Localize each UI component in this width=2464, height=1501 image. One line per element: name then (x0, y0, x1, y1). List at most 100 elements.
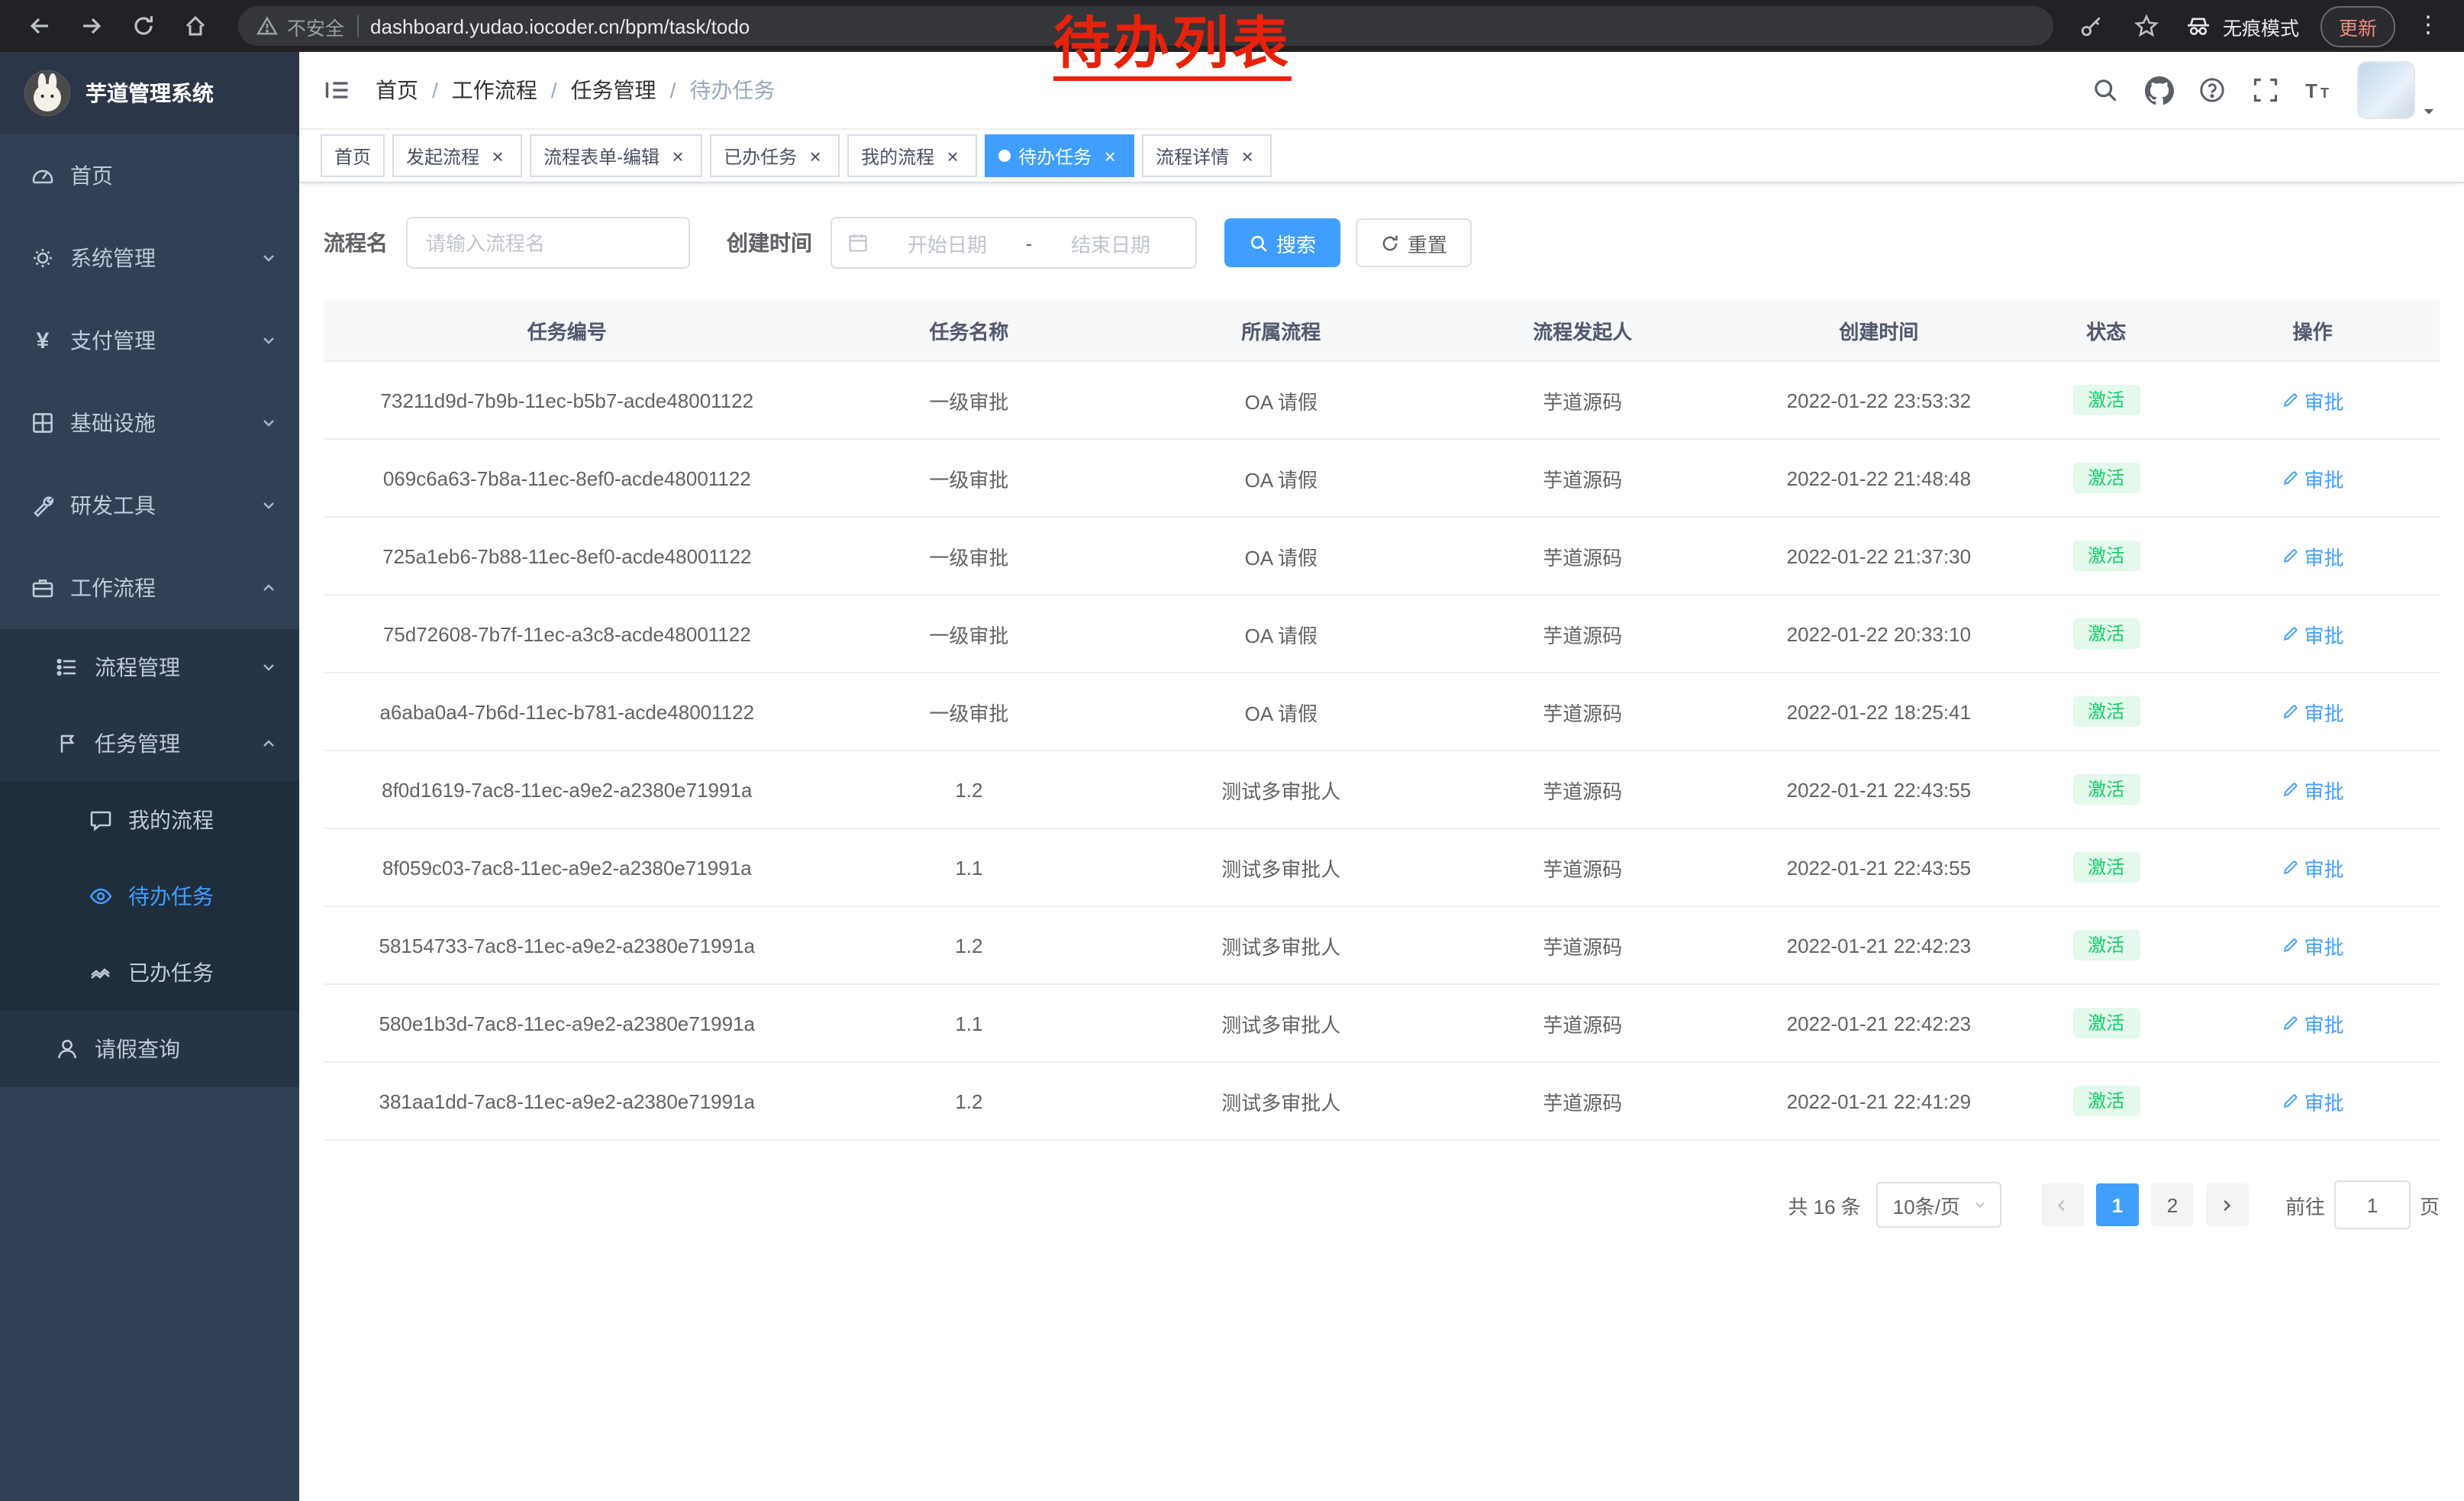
tab-close-icon[interactable]: × (942, 145, 963, 166)
cell-process: 测试多审批人 (1127, 1062, 1434, 1140)
sidebar-item-dev-tools[interactable]: 研发工具 (0, 464, 299, 547)
sidebar-item-my-processes[interactable]: 我的流程 (0, 782, 299, 858)
breadcrumb-home[interactable]: 首页 (376, 75, 418, 105)
breadcrumb-workflow[interactable]: 工作流程 (452, 75, 537, 105)
sidebar-item-done-tasks[interactable]: 已办任务 (0, 934, 299, 1011)
help-icon[interactable] (2197, 75, 2227, 105)
tab-6[interactable]: 流程详情 × (1142, 134, 1272, 177)
tab-close-icon[interactable]: × (1237, 145, 1258, 166)
security-warning[interactable]: 不安全 (256, 11, 344, 40)
font-size-icon[interactable]: TT (2304, 75, 2334, 105)
cell-task-id: a6aba0a4-7b6d-11ec-b781-acde48001122 (324, 673, 811, 750)
page-button-1[interactable]: 1 (2096, 1183, 2139, 1226)
prev-page-button[interactable] (2041, 1183, 2084, 1226)
sidebar-item-payment-management[interactable]: ¥ 支付管理 (0, 299, 299, 382)
pencil-icon (2282, 936, 2300, 954)
cell-task-name: 1.2 (811, 906, 1128, 984)
back-icon[interactable] (18, 5, 61, 47)
col-create-time: 创建时间 (1730, 299, 2027, 361)
col-initiator: 流程发起人 (1434, 299, 1730, 361)
cell-create-time: 2022-01-21 22:42:23 (1730, 984, 2027, 1062)
key-icon[interactable] (2075, 9, 2108, 43)
home-icon[interactable] (174, 5, 217, 47)
breadcrumb-task-management[interactable]: 任务管理 (571, 75, 656, 105)
chat-icon (89, 808, 113, 832)
end-date-placeholder[interactable]: 结束日期 (1041, 228, 1180, 257)
tab-0[interactable]: 首页 (321, 134, 385, 177)
cell-create-time: 2022-01-22 20:33:10 (1730, 595, 2027, 673)
cell-create-time: 2022-01-21 22:41:29 (1730, 1062, 2027, 1140)
sidebar: 芋道管理系统 首页 系统管理 ¥ 支付管理 基础设施 (0, 52, 299, 1501)
reset-button[interactable]: 重置 (1356, 218, 1472, 267)
github-icon[interactable] (2143, 75, 2174, 105)
start-date-placeholder[interactable]: 开始日期 (878, 228, 1017, 257)
tab-5[interactable]: 待办任务 × (985, 134, 1134, 177)
caret-down-icon (1972, 1197, 1988, 1212)
sidebar-item-todo-tasks[interactable]: 待办任务 (0, 858, 299, 934)
sidebar-item-workflow[interactable]: 工作流程 (0, 547, 299, 629)
sidebar-item-system-management[interactable]: 系统管理 (0, 217, 299, 299)
browser-menu-icon[interactable]: ⋮ (2417, 18, 2440, 34)
check-square-icon (89, 960, 113, 985)
sidebar-item-process-management[interactable]: 流程管理 (0, 629, 299, 705)
tabs-bar: 首页 发起流程 × 流程表单-编辑 × 已办任务 × 我的流程 × 待办任务 ×… (299, 130, 2464, 183)
cell-create-time: 2022-01-21 22:42:23 (1730, 906, 2027, 984)
approve-button[interactable]: 审批 (2282, 697, 2344, 726)
approve-button[interactable]: 审批 (2282, 931, 2344, 960)
chevron-down-icon (260, 658, 278, 676)
approve-button[interactable]: 审批 (2282, 386, 2344, 415)
table-row: a6aba0a4-7b6d-11ec-b781-acde48001122 一级审… (324, 673, 2440, 750)
approve-button[interactable]: 审批 (2282, 1086, 2344, 1115)
tab-1[interactable]: 发起流程 × (392, 134, 522, 177)
cell-create-time: 2022-01-21 22:43:55 (1730, 750, 2027, 828)
star-icon[interactable] (2130, 9, 2163, 43)
cell-initiator: 芋道源码 (1434, 750, 1730, 828)
page-button-2[interactable]: 2 (2151, 1183, 2194, 1226)
process-name-input[interactable] (406, 217, 690, 269)
forward-icon[interactable] (70, 5, 113, 47)
table-row: 725a1eb6-7b88-11ec-8ef0-acde48001122 一级审… (324, 517, 2440, 595)
tab-close-icon[interactable]: × (667, 145, 689, 166)
tab-3[interactable]: 已办任务 × (710, 134, 840, 177)
cell-process: 测试多审批人 (1127, 828, 1434, 906)
avatar[interactable] (2357, 61, 2415, 119)
pencil-icon (2282, 1014, 2300, 1032)
cell-process: 测试多审批人 (1127, 750, 1434, 828)
tab-4[interactable]: 我的流程 × (847, 134, 977, 177)
create-time-label: 创建时间 (727, 228, 812, 258)
user-menu[interactable] (2357, 61, 2437, 119)
date-range-picker[interactable]: 开始日期 - 结束日期 (830, 217, 1197, 269)
approve-button[interactable]: 审批 (2282, 1009, 2344, 1038)
page-size-select[interactable]: 10条/页 (1876, 1182, 2001, 1228)
address-bar[interactable]: 不安全 dashboard.yudao.iocoder.cn/bpm/task/… (238, 6, 2053, 46)
chevron-down-icon (260, 496, 278, 515)
sidebar-fold-icon[interactable] (321, 73, 354, 107)
update-button[interactable]: 更新 (2320, 5, 2395, 47)
sidebar-item-task-management[interactable]: 任务管理 (0, 705, 299, 782)
sidebar-item-infrastructure[interactable]: 基础设施 (0, 382, 299, 464)
tab-close-icon[interactable]: × (805, 145, 826, 166)
search-icon[interactable] (2090, 75, 2121, 105)
next-page-button[interactable] (2206, 1183, 2249, 1226)
tab-close-icon[interactable]: × (1099, 145, 1121, 166)
list-icon (55, 655, 79, 679)
process-name-label: 流程名 (324, 228, 388, 258)
approve-button[interactable]: 审批 (2282, 541, 2344, 570)
tab-close-icon[interactable]: × (487, 145, 508, 166)
goto-page-input[interactable] (2334, 1180, 2411, 1229)
search-button[interactable]: 搜索 (1224, 218, 1340, 267)
status-badge: 激活 (2072, 930, 2140, 960)
refresh-icon[interactable] (122, 5, 165, 47)
col-actions: 操作 (2185, 299, 2440, 361)
cell-task-name: 1.2 (811, 750, 1128, 828)
sidebar-item-leave-query[interactable]: 请假查询 (0, 1011, 299, 1087)
tab-2[interactable]: 流程表单-编辑 × (530, 134, 702, 177)
breadcrumb-current: 待办任务 (689, 75, 775, 105)
approve-button[interactable]: 审批 (2282, 853, 2344, 882)
table-row: 580e1b3d-7ac8-11ec-a9e2-a2380e71991a 1.1… (324, 984, 2440, 1062)
approve-button[interactable]: 审批 (2282, 619, 2344, 648)
fullscreen-icon[interactable] (2250, 75, 2281, 105)
sidebar-item-home[interactable]: 首页 (0, 134, 299, 217)
approve-button[interactable]: 审批 (2282, 463, 2344, 492)
approve-button[interactable]: 审批 (2282, 775, 2344, 804)
